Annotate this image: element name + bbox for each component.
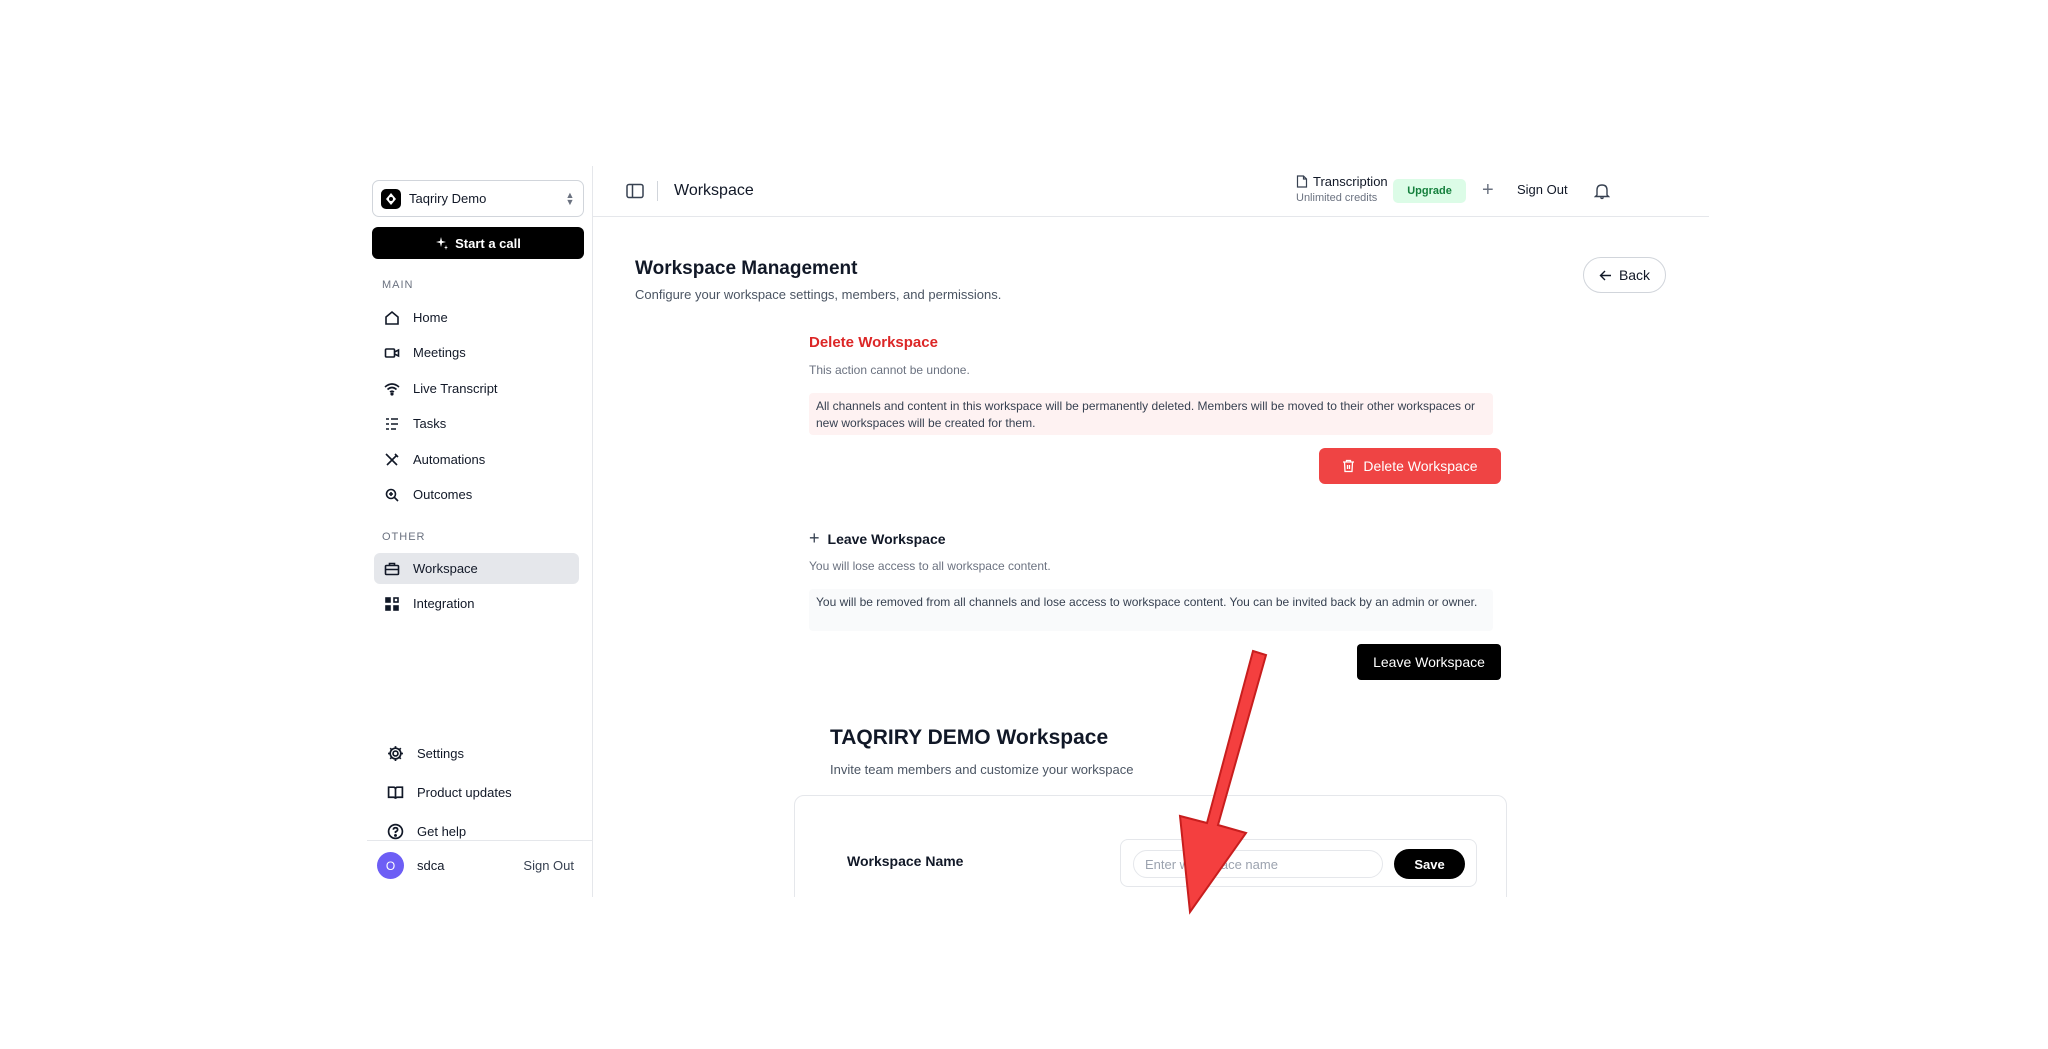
workspace-settings-title: TAQRIRY DEMO Workspace: [830, 726, 1109, 749]
sparkle-icon: [436, 237, 449, 250]
sidebar-item-settings[interactable]: Settings: [374, 738, 579, 769]
sidebar-item-tasks[interactable]: Tasks: [374, 408, 579, 439]
sidebar-item-label: Home: [413, 310, 448, 325]
upgrade-button[interactable]: Upgrade: [1393, 179, 1466, 203]
video-icon: [384, 347, 400, 358]
sidebar-item-home[interactable]: Home: [374, 302, 579, 333]
main-section-label: MAIN: [382, 279, 414, 291]
sidebar-item-label: Get help: [417, 824, 467, 839]
header-divider: [657, 181, 658, 201]
workspace-management-title: Workspace Management: [635, 258, 858, 279]
avatar[interactable]: O: [377, 852, 404, 879]
main-content: Workspace Management Configure your work…: [593, 217, 1709, 897]
sidebar-item-label: Integration: [413, 596, 475, 611]
workspace-switcher[interactable]: Taqriry Demo ▲ ▼: [372, 180, 584, 217]
transcription-credits: Unlimited credits: [1296, 192, 1378, 204]
sidebar: Taqriry Demo ▲ ▼ Start a call MAIN Home M…: [367, 166, 593, 897]
home-icon: [385, 310, 399, 325]
plus-icon: +: [809, 528, 820, 548]
transcription-status: Transcription Unlimited credits: [1296, 174, 1388, 204]
search-zoom-icon: [385, 488, 399, 502]
workspace-management-subtitle: Configure your workspace settings, membe…: [635, 287, 1002, 302]
sidebar-item-label: Automations: [413, 452, 486, 467]
leave-workspace-title: + Leave Workspace: [809, 528, 946, 549]
delete-workspace-notice: All channels and content in this workspa…: [809, 393, 1493, 435]
trash-icon: [1343, 459, 1355, 473]
wifi-icon: [384, 382, 400, 396]
chevron-updown-icon: ▲ ▼: [565, 189, 575, 207]
list-icon: [386, 417, 398, 430]
user-name: sdca: [417, 858, 445, 873]
workspace-logo-icon: [381, 188, 401, 209]
sidebar-item-live-transcript[interactable]: Live Transcript: [374, 373, 579, 404]
sidebar-item-label: Tasks: [413, 416, 447, 431]
sidebar-sign-out-link[interactable]: Sign Out: [523, 858, 574, 873]
app-window: Taqriry Demo ▲ ▼ Start a call MAIN Home M…: [367, 166, 1709, 897]
workspace-name-input[interactable]: [1133, 850, 1383, 878]
start-call-button[interactable]: Start a call: [372, 227, 584, 259]
sidebar-item-label: Workspace: [413, 561, 478, 576]
start-call-label: Start a call: [455, 235, 521, 251]
plus-icon[interactable]: +: [1482, 178, 1494, 202]
workspace-name-label: Workspace Name: [847, 853, 964, 869]
leave-workspace-button[interactable]: Leave Workspace: [1357, 644, 1501, 680]
sidebar-item-meetings[interactable]: Meetings: [374, 337, 579, 368]
briefcase-icon: [384, 562, 400, 575]
delete-workspace-title: Delete Workspace: [809, 334, 938, 351]
sidebar-item-workspace[interactable]: Workspace: [374, 553, 579, 584]
transcription-label: Transcription: [1313, 174, 1388, 189]
save-button[interactable]: Save: [1394, 849, 1465, 879]
help-icon: [387, 823, 404, 840]
delete-workspace-button[interactable]: Delete Workspace: [1319, 448, 1501, 484]
sidebar-item-label: Settings: [417, 746, 464, 761]
sidebar-item-label: Outcomes: [413, 487, 473, 502]
delete-workspace-subtitle: This action cannot be undone.: [809, 363, 970, 377]
sidebar-item-label: Live Transcript: [413, 381, 498, 396]
delete-workspace-label: Delete Workspace: [1363, 458, 1478, 474]
book-icon: [387, 786, 404, 799]
sidebar-item-label: Product updates: [417, 785, 512, 800]
gear-icon: [388, 746, 403, 761]
bell-icon[interactable]: [1594, 182, 1610, 200]
workspace-settings-card: Workspace Name Save: [794, 795, 1507, 897]
workspace-settings-subtitle: Invite team members and customize your w…: [830, 762, 1134, 777]
grid-icon: [385, 596, 399, 611]
leave-workspace-title-text: Leave Workspace: [827, 530, 946, 547]
top-header: Workspace Transcription Unlimited credit…: [593, 166, 1709, 217]
sidebar-item-outcomes[interactable]: Outcomes: [374, 479, 579, 510]
sidebar-item-automations[interactable]: Automations: [374, 444, 579, 475]
back-button[interactable]: Back: [1583, 257, 1666, 293]
tools-icon: [385, 452, 399, 466]
sidebar-item-product-updates[interactable]: Product updates: [374, 777, 579, 808]
header-sign-out-button[interactable]: Sign Out: [1517, 182, 1568, 197]
sidebar-toggle-icon[interactable]: [626, 183, 644, 199]
sidebar-item-integration[interactable]: Integration: [374, 588, 579, 619]
workspace-name-form: Save: [1120, 839, 1477, 887]
leave-workspace-notice: You will be removed from all channels an…: [809, 589, 1493, 631]
sidebar-item-label: Meetings: [413, 345, 466, 360]
back-label: Back: [1618, 267, 1651, 283]
user-row: O sdca Sign Out: [367, 840, 593, 890]
arrow-left-icon: [1599, 270, 1611, 280]
other-section-label: OTHER: [382, 531, 426, 543]
workspace-name: Taqriry Demo: [409, 191, 487, 206]
page-title: Workspace: [674, 182, 754, 199]
document-icon: [1296, 175, 1308, 188]
leave-workspace-subtitle: You will lose access to all workspace co…: [809, 559, 1051, 573]
